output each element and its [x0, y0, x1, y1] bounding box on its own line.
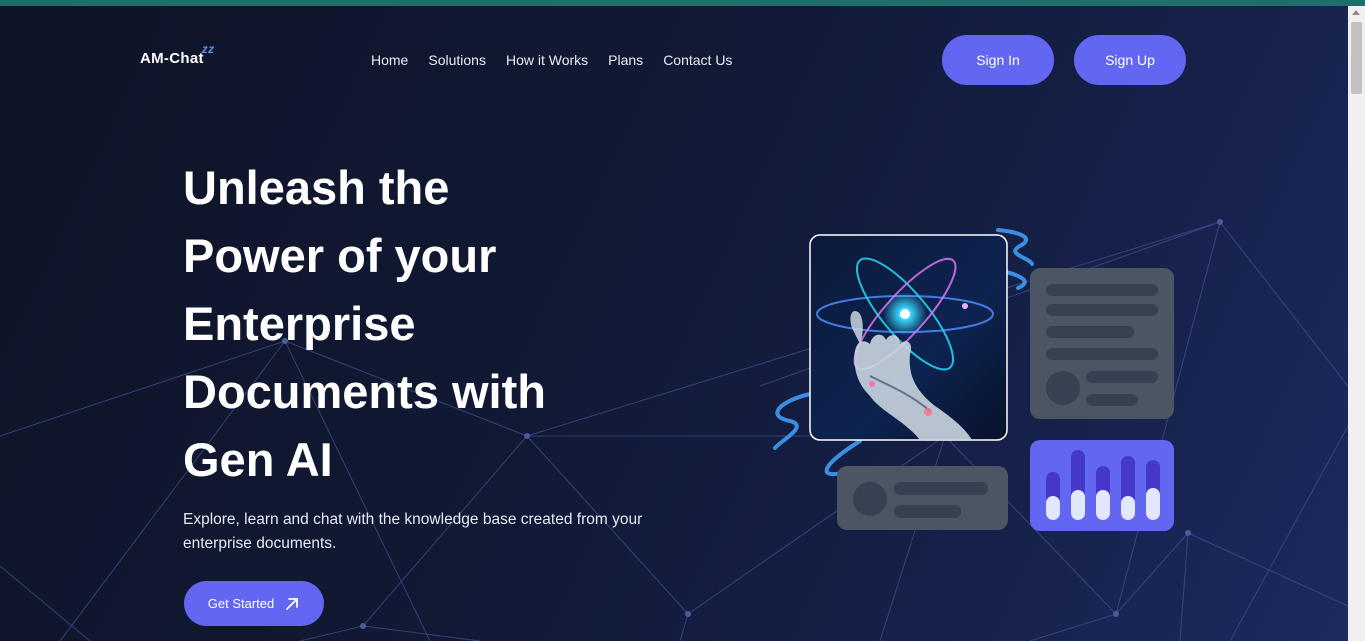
vertical-scrollbar[interactable]	[1348, 6, 1365, 641]
nav-plans[interactable]: Plans	[608, 52, 643, 68]
logo-text: AM-Chat	[140, 50, 204, 67]
robotic-hand-atom-image	[809, 234, 1008, 441]
landing-page: AM-Chatzz Home Solutions How it Works Pl…	[0, 6, 1348, 641]
sign-in-button[interactable]: Sign In	[942, 35, 1054, 85]
arrow-up-right-icon	[286, 597, 299, 610]
document-card-icon	[1030, 268, 1174, 419]
hero-subtitle: Explore, learn and chat with the knowled…	[183, 511, 643, 552]
hero-title: Unleash the Power of your Enterprise Doc…	[183, 161, 546, 486]
logo[interactable]: AM-Chatzz	[140, 42, 216, 67]
nav-contact-us[interactable]: Contact Us	[663, 52, 732, 68]
main-nav: Home Solutions How it Works Plans Contac…	[371, 52, 732, 68]
get-started-button[interactable]: Get Started	[184, 581, 324, 626]
hero-illustration	[773, 228, 1174, 531]
nav-home[interactable]: Home	[371, 52, 408, 68]
scrollbar-thumb[interactable]	[1351, 22, 1362, 94]
get-started-label: Get Started	[207, 596, 275, 611]
scroll-up-arrow-icon[interactable]	[1352, 10, 1360, 15]
logo-zz-mark: zz	[201, 42, 215, 56]
bar-chart-card-icon	[1030, 440, 1174, 531]
sign-up-button[interactable]: Sign Up	[1074, 35, 1186, 85]
nav-how-it-works[interactable]: How it Works	[506, 52, 588, 68]
nav-solutions[interactable]: Solutions	[428, 52, 486, 68]
chat-card-icon	[837, 466, 1008, 530]
